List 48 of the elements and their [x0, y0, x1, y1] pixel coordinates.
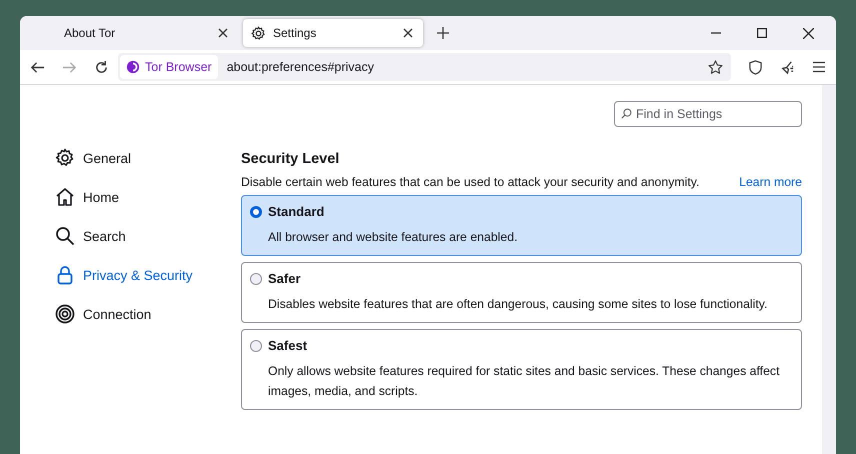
browser-tab[interactable]: Settings — [243, 19, 423, 47]
reload-icon[interactable] — [94, 60, 109, 74]
option-description: All browser and website features are enabled. — [267, 229, 518, 246]
star-icon[interactable] — [708, 60, 723, 74]
broom-icon[interactable] — [780, 60, 795, 74]
new-tab-icon[interactable] — [437, 27, 449, 39]
section-description: Disable certain web features that can be used to attack your security and anonymity. — [241, 175, 700, 189]
option-label: Safest — [268, 338, 308, 353]
url-text: about:preferences#privacy — [226, 60, 374, 74]
close-icon[interactable] — [803, 28, 814, 38]
maximize-icon[interactable] — [757, 28, 767, 38]
search-field[interactable]: Find in Settings — [614, 101, 802, 127]
option-description: Disables website features that are often dangerous, causing some sites to lose functionality. — [267, 296, 768, 313]
sidebar-item[interactable]: Home — [55, 186, 120, 208]
onion-icon — [126, 60, 140, 74]
gear-icon — [251, 26, 266, 40]
search-icon — [621, 108, 632, 119]
identity-button[interactable]: Tor Browser — [120, 55, 218, 79]
onion-icon — [55, 304, 75, 324]
option-label: Safer — [268, 271, 301, 286]
security-option-card[interactable]: Safer Disables website features that are often dangerous, causing some sites to lose functionality. — [241, 262, 802, 323]
radio-button[interactable] — [250, 340, 262, 352]
option-label: Standard — [268, 204, 324, 219]
address-bar[interactable]: Tor Browser about:preferences#privacy — [118, 53, 731, 81]
security-option-card[interactable]: Standard All browser and website features are enabled. — [241, 195, 802, 256]
menu-icon[interactable] — [812, 61, 826, 73]
radio-button[interactable] — [250, 272, 262, 284]
sidebar-item[interactable]: Connection — [55, 303, 152, 325]
close-icon[interactable] — [218, 28, 228, 38]
browser-tab[interactable]: About Tor — [24, 19, 238, 47]
sidebar-item[interactable]: General — [55, 147, 132, 169]
lock-icon — [55, 265, 75, 285]
scrollbar[interactable] — [822, 85, 836, 454]
home-icon — [55, 187, 75, 207]
gear-icon — [55, 148, 75, 168]
back-arrow-icon[interactable] — [30, 60, 45, 74]
close-icon[interactable] — [403, 28, 413, 38]
section-title: Security Level — [241, 151, 340, 167]
tab-title: Settings — [273, 26, 318, 40]
shield-icon[interactable] — [748, 60, 763, 74]
sidebar-item[interactable]: Privacy & Security — [55, 264, 193, 286]
tab-title: About Tor — [64, 26, 116, 40]
option-description: Only allows website features required for static sites and basic services. These changes affect images, media, and scripts. — [267, 363, 780, 400]
search-icon — [55, 226, 75, 246]
learn-more-link[interactable]: Learn more — [739, 175, 802, 189]
sidebar-item[interactable]: Search — [55, 225, 126, 247]
security-option-card[interactable]: Safest Only allows website features required for static sites and basic services. These changes affect images, media, and scripts. — [241, 329, 802, 410]
radio-button[interactable] — [250, 206, 262, 218]
